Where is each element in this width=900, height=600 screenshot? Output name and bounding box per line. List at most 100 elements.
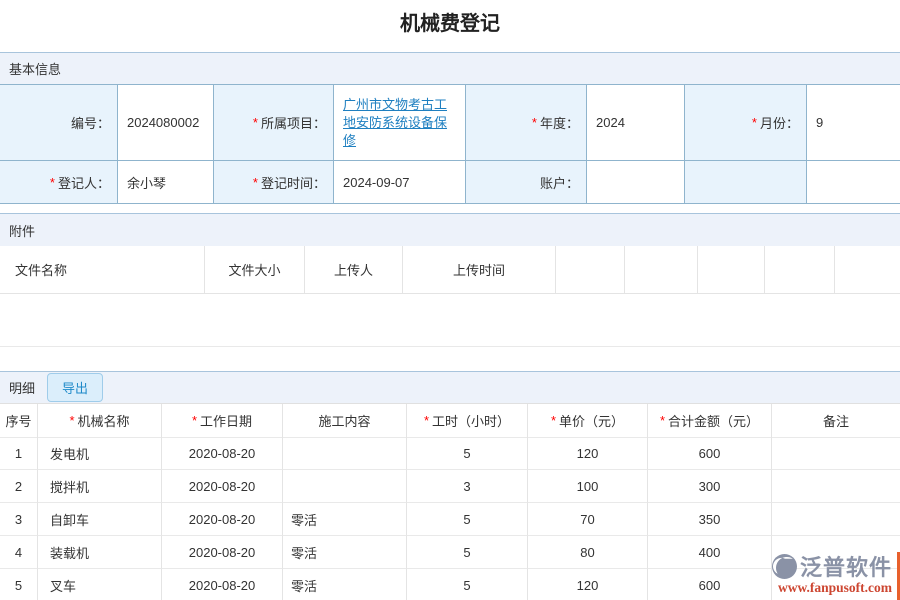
cell-work-date: 2020-08-20 [162, 437, 283, 470]
attach-col-file-name: 文件名称 [0, 246, 205, 294]
header-text: 单价（元） [559, 411, 624, 430]
cell-unit-price: 120 [528, 569, 648, 600]
field-value-month: 9 [807, 84, 900, 160]
cell-serial: 2 [0, 470, 38, 503]
vendor-watermark: 泛普软件 www.fanpusoft.com [742, 550, 892, 596]
detail-col-work-hours: * 工时（小时） [407, 404, 528, 438]
cell-serial: 4 [0, 536, 38, 569]
empty-label-cell [685, 160, 807, 203]
attachments-table-header: 文件名称 文件大小 上传人 上传时间 [0, 246, 900, 294]
required-marker: * [253, 115, 258, 130]
cell-work-content: 零活 [283, 536, 407, 569]
cell-remark [772, 437, 900, 470]
cell-machine-name: 搅拌机 [38, 470, 162, 503]
attach-col-empty [698, 246, 765, 294]
required-marker: * [532, 115, 537, 130]
field-label-registrant: * 登记人： [0, 160, 118, 203]
field-value-account [587, 160, 685, 203]
cell-machine-name: 装载机 [38, 536, 162, 569]
attach-col-uploader: 上传人 [305, 246, 403, 294]
label-text: 登记人： [58, 173, 110, 192]
cell-work-content [283, 437, 407, 470]
required-marker: * [752, 115, 757, 130]
header-text: 工时（小时） [432, 411, 510, 430]
detail-col-remark: 备注 [772, 404, 900, 438]
value-text: 2024 [596, 115, 625, 130]
field-label-project: * 所属项目： [214, 84, 334, 160]
label-text: 月份： [760, 113, 799, 132]
cell-work-hours: 3 [407, 470, 528, 503]
section-header-attachments: 附件 [0, 213, 900, 246]
attach-col-empty [765, 246, 835, 294]
cell-work-hours: 5 [407, 569, 528, 600]
label-text: 编号： [71, 113, 110, 132]
cell-work-date: 2020-08-20 [162, 536, 283, 569]
value-text: 9 [816, 115, 823, 130]
cell-unit-price: 100 [528, 470, 648, 503]
cell-unit-price: 70 [528, 503, 648, 536]
project-link[interactable]: 广州市文物考古工地安防系统设备保修 [343, 96, 459, 150]
attach-col-upload-time: 上传时间 [403, 246, 556, 294]
required-marker: * [50, 175, 55, 190]
vendor-url-text: www.fanpusoft.com [742, 580, 892, 596]
section-header-details: 明细 导出 [0, 371, 900, 403]
fanpu-logo-icon [772, 554, 797, 579]
field-label-month: * 月份： [685, 84, 807, 160]
cell-unit-price: 120 [528, 437, 648, 470]
cell-work-date: 2020-08-20 [162, 569, 283, 600]
detail-col-serial: 序号 [0, 404, 38, 438]
cell-machine-name: 自卸车 [38, 503, 162, 536]
field-label-number: 编号： [0, 84, 118, 160]
required-marker: * [660, 413, 665, 428]
attach-col-empty [625, 246, 698, 294]
value-text: 余小琴 [127, 173, 166, 192]
field-value-register-time: 2024-09-07 [334, 160, 466, 203]
cell-total-amount: 350 [648, 503, 772, 536]
header-text: 合计金额（元） [668, 411, 759, 430]
attachments-empty-area [0, 294, 900, 347]
label-text: 账户： [540, 173, 579, 192]
required-marker: * [192, 413, 197, 428]
field-label-year: * 年度： [466, 84, 587, 160]
value-text: 2024080002 [127, 115, 199, 130]
cell-total-amount: 300 [648, 470, 772, 503]
attach-col-empty [835, 246, 900, 294]
detail-col-work-content: 施工内容 [283, 404, 407, 438]
cell-total-amount: 600 [648, 437, 772, 470]
cell-work-date: 2020-08-20 [162, 470, 283, 503]
cell-serial: 5 [0, 569, 38, 600]
cell-serial: 1 [0, 437, 38, 470]
attachments-section-title: 附件 [9, 221, 35, 240]
cell-work-hours: 5 [407, 503, 528, 536]
detail-col-work-date: * 工作日期 [162, 404, 283, 438]
cell-remark [772, 470, 900, 503]
field-value-number: 2024080002 [118, 84, 214, 160]
field-value-year: 2024 [587, 84, 685, 160]
cell-unit-price: 80 [528, 536, 648, 569]
header-text: 工作日期 [200, 411, 252, 430]
cell-work-hours: 5 [407, 437, 528, 470]
field-label-account: 账户： [466, 160, 587, 203]
detail-col-machine-name: * 机械名称 [38, 404, 162, 438]
cell-machine-name: 叉车 [38, 569, 162, 600]
field-value-registrant: 余小琴 [118, 160, 214, 203]
value-text: 2024-09-07 [343, 175, 410, 190]
machinery-fee-registration-page: 机械费登记 基本信息 编号： 2024080002 * 所属项目： 广州市文物考… [0, 0, 900, 600]
vendor-brand-text: 泛普软件 [800, 550, 892, 582]
basic-info-section-title: 基本信息 [9, 59, 61, 78]
export-button[interactable]: 导出 [47, 373, 103, 402]
header-text: 机械名称 [78, 411, 130, 430]
required-marker: * [424, 413, 429, 428]
cell-work-content: 零活 [283, 503, 407, 536]
details-section-title: 明细 [9, 378, 35, 397]
required-marker: * [551, 413, 556, 428]
empty-value-cell [807, 160, 900, 203]
basic-info-table: 编号： 2024080002 * 所属项目： 广州市文物考古工地安防系统设备保修… [0, 84, 900, 204]
attach-col-file-size: 文件大小 [205, 246, 305, 294]
cell-work-hours: 5 [407, 536, 528, 569]
label-text: 所属项目： [261, 113, 326, 132]
cell-work-content: 零活 [283, 569, 407, 600]
detail-col-total-amount: * 合计金额（元） [648, 404, 772, 438]
field-value-project: 广州市文物考古工地安防系统设备保修 [334, 84, 466, 160]
section-header-basic-info: 基本信息 [0, 52, 900, 84]
